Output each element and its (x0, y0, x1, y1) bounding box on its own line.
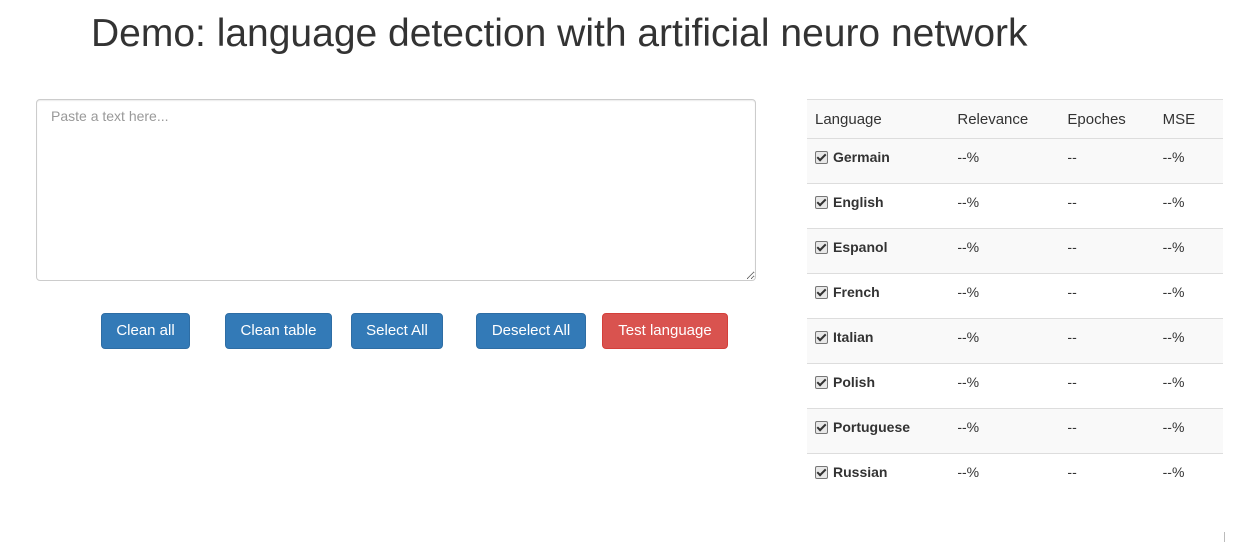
relevance-cell: --% (949, 273, 1060, 319)
relevance-cell: --% (949, 408, 1060, 454)
mse-cell: --% (1154, 183, 1223, 229)
relevance-cell: --% (949, 183, 1060, 229)
mse-cell: --% (1154, 453, 1223, 499)
table-header-row: Language Relevance Epoches MSE (807, 99, 1223, 139)
epoches-cell: -- (1059, 228, 1155, 274)
table-row: French --% -- --% (807, 273, 1223, 319)
table-row: Germain --% -- --% (807, 138, 1223, 184)
relevance-cell: --% (949, 318, 1060, 364)
mse-cell: --% (1154, 363, 1223, 409)
epoches-cell: -- (1059, 318, 1155, 364)
epoches-cell: -- (1059, 273, 1155, 319)
mse-cell: --% (1154, 138, 1223, 184)
language-cell: Portuguese (807, 408, 950, 454)
language-label: Portuguese (833, 419, 911, 435)
column-header-relevance: Relevance (949, 99, 1060, 139)
relevance-cell: --% (949, 138, 1060, 184)
language-label: Germain (833, 149, 890, 165)
relevance-cell: --% (949, 228, 1060, 274)
table-row: Russian --% -- --% (807, 453, 1223, 499)
column-header-mse: MSE (1154, 99, 1223, 139)
language-label: Polish (833, 374, 876, 390)
text-input[interactable] (36, 99, 756, 281)
mse-cell: --% (1154, 318, 1223, 364)
table-row: Portuguese --% -- --% (807, 408, 1223, 454)
relevance-cell: --% (949, 453, 1060, 499)
language-cell: Germain (807, 138, 950, 184)
language-cell: French (807, 273, 950, 319)
epoches-cell: -- (1059, 408, 1155, 454)
table-row: English --% -- --% (807, 183, 1223, 229)
language-checkbox[interactable] (815, 466, 828, 479)
language-label: Italian (833, 329, 874, 345)
table-row: Espanol --% -- --% (807, 228, 1223, 274)
table-row: Polish --% -- --% (807, 363, 1223, 409)
language-cell: Italian (807, 318, 950, 364)
epoches-cell: -- (1059, 138, 1155, 184)
mse-cell: --% (1154, 408, 1223, 454)
clean-all-button[interactable]: Clean all (101, 313, 190, 349)
language-cell: Russian (807, 453, 950, 499)
test-language-button[interactable]: Test language (602, 313, 728, 349)
relevance-cell: --% (949, 363, 1060, 409)
language-cell: English (807, 183, 950, 229)
epoches-cell: -- (1059, 363, 1155, 409)
language-checkbox[interactable] (815, 151, 828, 164)
clean-table-button[interactable]: Clean table (225, 313, 332, 349)
language-label: French (833, 284, 880, 300)
page: Demo: language detection with artificial… (0, 0, 1241, 546)
language-label: Espanol (833, 239, 888, 255)
language-label: English (833, 194, 884, 210)
language-checkbox[interactable] (815, 196, 828, 209)
table-row: Italian --% -- --% (807, 318, 1223, 364)
language-cell: Polish (807, 363, 950, 409)
epoches-cell: -- (1059, 453, 1155, 499)
scrollbar-edge (1224, 532, 1225, 542)
page-title: Demo: language detection with artificial… (91, 12, 1028, 55)
column-header-language: Language (807, 99, 950, 139)
language-cell: Espanol (807, 228, 950, 274)
table-body: Germain --% -- --% English --% -- --% Espanol --%… (807, 138, 1223, 499)
epoches-cell: -- (1059, 183, 1155, 229)
language-checkbox[interactable] (815, 421, 828, 434)
language-table: Language Relevance Epoches MSE Germain --… (807, 99, 1223, 499)
mse-cell: --% (1154, 273, 1223, 319)
column-header-epoches: Epoches (1059, 99, 1155, 139)
language-checkbox[interactable] (815, 331, 828, 344)
language-checkbox[interactable] (815, 376, 828, 389)
language-checkbox[interactable] (815, 241, 828, 254)
language-label: Russian (833, 464, 888, 480)
select-all-button[interactable]: Select All (351, 313, 443, 349)
mse-cell: --% (1154, 228, 1223, 274)
language-checkbox[interactable] (815, 286, 828, 299)
deselect-all-button[interactable]: Deselect All (476, 313, 586, 349)
